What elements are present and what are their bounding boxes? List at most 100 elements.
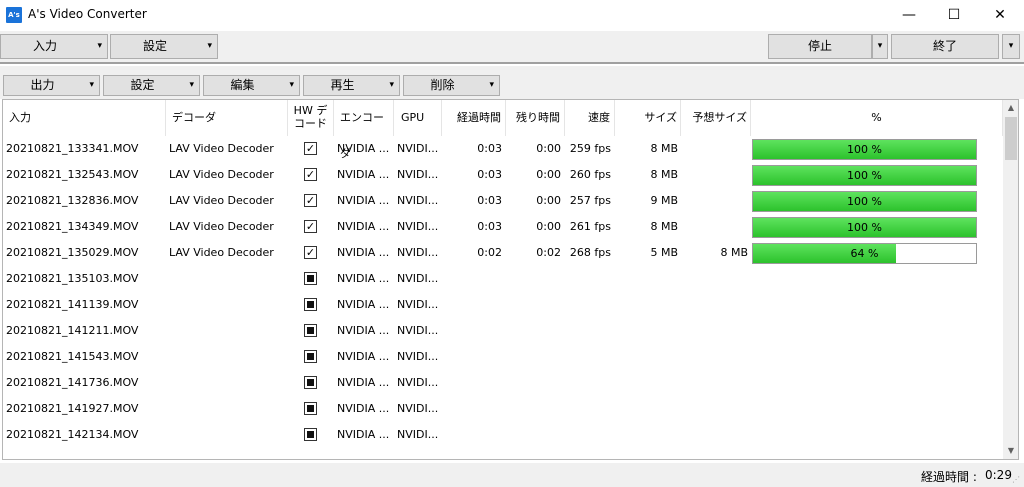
cell-elapsed xyxy=(442,266,506,292)
hw-decode-checkbox[interactable]: ✓ xyxy=(304,142,317,155)
vertical-scrollbar[interactable]: ▲ ▼ xyxy=(1003,100,1018,459)
cell-speed: 257 fps xyxy=(569,194,611,207)
hw-decode-checkbox[interactable] xyxy=(304,376,317,389)
cell-elapsed: 0:03 xyxy=(477,168,502,181)
play-button[interactable]: 再生 ▾ xyxy=(303,75,400,96)
progress-bar: 64 % xyxy=(752,243,977,264)
edit-button[interactable]: 編集 ▾ xyxy=(203,75,300,96)
cell-elapsed xyxy=(442,318,506,344)
cell-input: 20210821_141139.MOV xyxy=(6,298,139,311)
close-button[interactable]: ✕ xyxy=(977,0,1023,30)
stop-dropdown-button[interactable]: ▾ xyxy=(872,34,888,59)
table-row[interactable]: 20210821_141139.MOV NVIDIA ... NVIDI... xyxy=(3,292,1003,318)
cell-speed xyxy=(565,422,615,448)
cell-est-size: 8 MB xyxy=(720,246,748,259)
cell-elapsed xyxy=(442,422,506,448)
progress-text: 100 % xyxy=(847,143,882,156)
cell-decoder xyxy=(166,344,288,370)
table-row[interactable]: 20210821_141927.MOV NVIDIA ... NVIDI... xyxy=(3,396,1003,422)
input-button[interactable]: 入力 ▾ xyxy=(0,34,108,59)
table-row[interactable]: 20210821_142134.MOV NVIDIA ... NVIDI... xyxy=(3,422,1003,448)
header-hw-decode[interactable]: HW デ コード xyxy=(288,100,334,136)
hw-decode-checkbox[interactable] xyxy=(304,272,317,285)
chevron-down-icon: ▾ xyxy=(389,80,394,90)
cell-remaining xyxy=(506,266,565,292)
cell-est-size xyxy=(681,318,751,344)
delete-button-label: 削除 xyxy=(430,78,455,92)
cell-input: 20210821_142134.MOV xyxy=(6,428,139,441)
header-percent[interactable]: % xyxy=(751,100,1003,136)
header-size[interactable]: サイズ xyxy=(615,100,681,136)
chevron-down-icon: ▾ xyxy=(89,80,94,90)
play-button-label: 再生 xyxy=(330,78,355,92)
cell-remaining xyxy=(506,370,565,396)
header-remaining[interactable]: 残り時間 xyxy=(506,100,565,136)
cell-est-size xyxy=(681,396,751,422)
output-button[interactable]: 出力 ▾ xyxy=(3,75,100,96)
cell-decoder: LAV Video Decoder xyxy=(169,142,274,155)
minimize-button[interactable]: — xyxy=(886,0,932,30)
chevron-down-icon: ▾ xyxy=(207,41,212,51)
cell-input: 20210821_141211.MOV xyxy=(6,324,139,337)
progress-bar: 100 % xyxy=(752,191,977,212)
file-list[interactable]: 入力 デコーダ HW デ コード エンコーダ GPU 経過時間 残り時間 速度 … xyxy=(2,99,1019,460)
scroll-up-arrow-icon[interactable]: ▲ xyxy=(1003,100,1018,116)
cell-gpu: NVIDI... xyxy=(397,220,439,233)
cell-input: 20210821_134349.MOV xyxy=(6,220,139,233)
table-row[interactable]: 20210821_141211.MOV NVIDIA ... NVIDI... xyxy=(3,318,1003,344)
chevron-down-icon: ▾ xyxy=(489,80,494,90)
hw-decode-checkbox[interactable]: ✓ xyxy=(304,168,317,181)
settings-button[interactable]: 設定 ▾ xyxy=(110,34,218,59)
resize-grip-icon[interactable]: ⋰ xyxy=(1012,475,1022,485)
cell-gpu: NVIDI... xyxy=(397,142,439,155)
table-row[interactable]: 20210821_141543.MOV NVIDIA ... NVIDI... xyxy=(3,344,1003,370)
cell-encoder: NVIDIA ... xyxy=(337,142,390,155)
scrollbar-thumb[interactable] xyxy=(1005,117,1017,160)
table-row[interactable]: 20210821_135103.MOV NVIDIA ... NVIDI... xyxy=(3,266,1003,292)
status-bar: 経過時間 : 0:29 ⋰ xyxy=(0,463,1024,487)
cell-gpu: NVIDI... xyxy=(397,402,439,415)
table-row[interactable]: 20210821_135029.MOV LAV Video Decoder NVID… xyxy=(3,240,1003,266)
header-gpu[interactable]: GPU xyxy=(394,100,442,136)
cell-encoder: NVIDIA ... xyxy=(337,402,390,415)
table-row[interactable]: 20210821_134349.MOV LAV Video Decoder NVID… xyxy=(3,214,1003,240)
table-row[interactable]: 20210821_141736.MOV NVIDIA ... NVIDI... xyxy=(3,370,1003,396)
exit-button[interactable]: 終了 xyxy=(891,34,999,59)
hw-decode-checkbox[interactable]: ✓ xyxy=(304,246,317,259)
exit-dropdown-button[interactable]: ▾ xyxy=(1002,34,1020,59)
stop-button[interactable]: 停止 xyxy=(768,34,872,59)
header-est-size[interactable]: 予想サイズ xyxy=(681,100,751,136)
header-encoder[interactable]: エンコーダ xyxy=(334,100,394,160)
cell-encoder: NVIDIA ... xyxy=(337,324,390,337)
cell-size xyxy=(615,370,681,396)
cell-elapsed xyxy=(442,344,506,370)
hw-decode-checkbox[interactable] xyxy=(304,402,317,415)
header-speed[interactable]: 速度 xyxy=(565,100,615,136)
hw-decode-checkbox[interactable]: ✓ xyxy=(304,194,317,207)
hw-decode-checkbox[interactable]: ✓ xyxy=(304,220,317,233)
cell-speed: 259 fps xyxy=(569,142,611,155)
table-row[interactable]: 20210821_133341.MOV LAV Video Decoder NVID… xyxy=(3,136,1003,162)
cell-gpu: NVIDI... xyxy=(397,168,439,181)
table-row[interactable]: 20210821_132836.MOV LAV Video Decoder NVID… xyxy=(3,188,1003,214)
maximize-button[interactable]: ☐ xyxy=(931,0,977,30)
hw-decode-checkbox[interactable] xyxy=(304,350,317,363)
header-input[interactable]: 入力 xyxy=(3,100,166,136)
hw-decode-checkbox[interactable] xyxy=(304,298,317,311)
cell-speed: 261 fps xyxy=(569,220,611,233)
header-decoder[interactable]: デコーダ xyxy=(166,100,288,136)
cell-est-size xyxy=(681,292,751,318)
delete-button[interactable]: 削除 ▾ xyxy=(403,75,500,96)
cell-remaining: 0:00 xyxy=(536,168,561,181)
cell-input: 20210821_141543.MOV xyxy=(6,350,139,363)
cell-decoder: LAV Video Decoder xyxy=(169,246,274,259)
exit-button-label: 終了 xyxy=(932,39,957,53)
table-row[interactable]: 20210821_132543.MOV LAV Video Decoder NVID… xyxy=(3,162,1003,188)
hw-decode-checkbox[interactable] xyxy=(304,324,317,337)
scroll-down-arrow-icon[interactable]: ▼ xyxy=(1003,443,1018,459)
progress-bar: 100 % xyxy=(752,165,977,186)
list-settings-button[interactable]: 設定 ▾ xyxy=(103,75,200,96)
header-elapsed[interactable]: 経過時間 xyxy=(442,100,506,136)
hw-decode-checkbox[interactable] xyxy=(304,428,317,441)
cell-encoder: NVIDIA ... xyxy=(337,272,390,285)
